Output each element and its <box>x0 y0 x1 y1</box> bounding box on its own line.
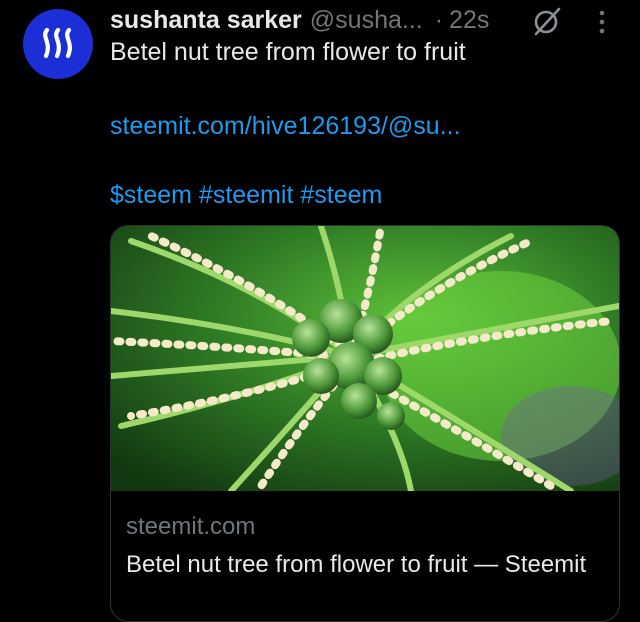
author-name[interactable]: sushanta sarker <box>110 6 302 35</box>
post-header: sushanta sarker @susha... · 22s <box>110 5 489 35</box>
link-preview-card[interactable]: steemit.com Betel nut tree from flower t… <box>110 225 620 622</box>
card-title: Betel nut tree from flower to fruit — St… <box>126 551 587 578</box>
more-vertical-icon[interactable] <box>592 8 612 36</box>
card-image[interactable] <box>111 226 619 491</box>
grok-icon[interactable] <box>532 6 562 36</box>
author-handle[interactable]: @susha... <box>310 6 423 35</box>
timestamp[interactable]: 22s <box>449 6 489 35</box>
post-hashtags[interactable]: $steem #steemit #steem <box>110 181 382 210</box>
post-text: Betel nut tree from flower to fruit <box>110 38 466 66</box>
steem-logo-icon <box>43 27 72 59</box>
post-link[interactable]: steemit.com/hive126193/@su... <box>110 112 461 141</box>
separator-dot: · <box>434 5 444 34</box>
card-domain: steemit.com <box>126 513 256 540</box>
avatar[interactable] <box>23 9 93 79</box>
